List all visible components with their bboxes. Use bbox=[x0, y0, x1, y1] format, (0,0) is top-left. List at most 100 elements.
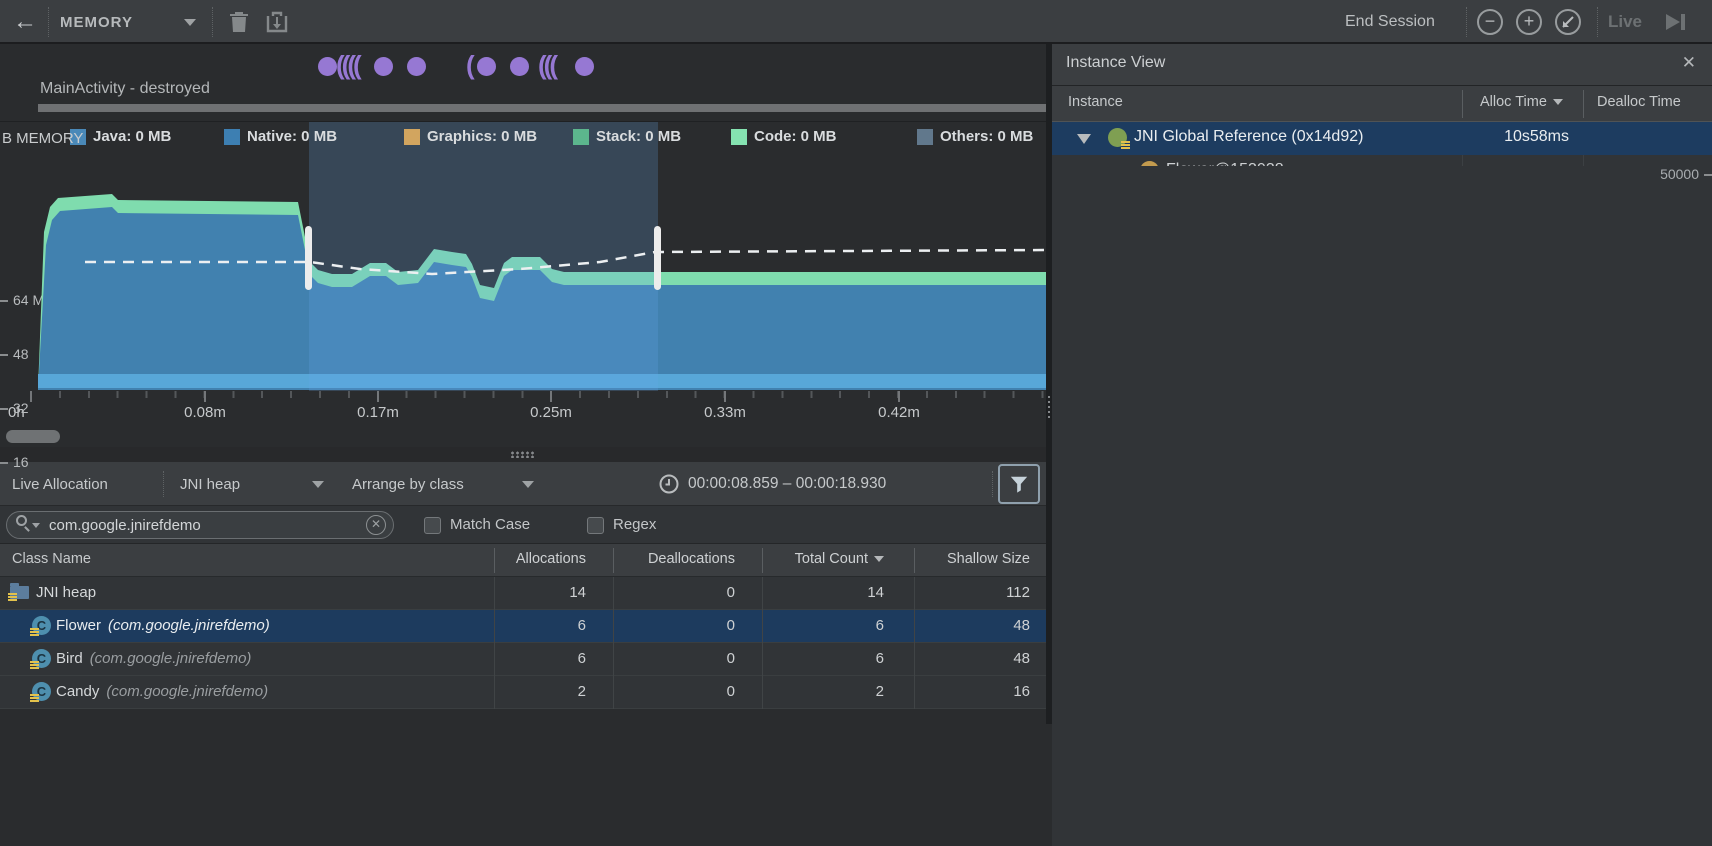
selection-time-range: 00:00:08.859 – 00:00:18.930 bbox=[688, 462, 886, 506]
filter-button[interactable] bbox=[998, 464, 1040, 504]
splitter-grip-icon bbox=[1048, 396, 1050, 418]
match-case-label: Match Case bbox=[450, 516, 530, 533]
session-selector[interactable]: MEMORY bbox=[60, 0, 133, 44]
go-live-button[interactable]: Live bbox=[1608, 0, 1642, 44]
gc-event-ripple-icon: ( bbox=[466, 50, 472, 81]
match-case-checkbox[interactable] bbox=[424, 517, 441, 534]
separator bbox=[992, 471, 993, 497]
memory-profiler-panel: (((((((( MainActivity - destroyed 64 MB … bbox=[0, 44, 1046, 724]
activity-lifecycle-bar bbox=[38, 104, 1046, 112]
x-axis-label: 0.25m bbox=[530, 404, 572, 421]
deallocations-value: 0 bbox=[613, 584, 735, 601]
sort-descending-icon bbox=[874, 556, 884, 562]
alloc-time: 10s58ms bbox=[1462, 128, 1569, 146]
chevron-down-icon bbox=[522, 481, 534, 488]
zoom-out-button[interactable]: − bbox=[1477, 9, 1503, 35]
y-axis-right-tick: 50000 bbox=[1052, 166, 1712, 846]
instance-view-titlebar: Instance View ✕ bbox=[1052, 44, 1712, 86]
selection-handle bbox=[305, 226, 312, 290]
y-axis-tick: 16 bbox=[0, 454, 29, 470]
heap-folder-icon bbox=[10, 586, 29, 599]
x-axis-label: 0.33m bbox=[704, 404, 746, 421]
gc-event-ripple-icon: ((( bbox=[538, 50, 555, 81]
total-count-value: 6 bbox=[762, 617, 884, 634]
total-count-value: 6 bbox=[762, 650, 884, 667]
clear-search-icon[interactable]: ✕ bbox=[366, 515, 386, 535]
class-name: JNI heap bbox=[36, 584, 96, 601]
export-icon[interactable] bbox=[264, 0, 290, 44]
splitter-grip-icon bbox=[510, 451, 536, 458]
legend-item: Others: 0 MB bbox=[917, 128, 1033, 145]
allocations-value: 2 bbox=[494, 683, 586, 700]
gc-event-dot bbox=[575, 57, 594, 76]
x-axis-label: 0.42m bbox=[878, 404, 920, 421]
skip-to-end-icon[interactable] bbox=[1662, 0, 1688, 44]
close-icon[interactable]: ✕ bbox=[1682, 53, 1696, 73]
search-history-caret-icon[interactable] bbox=[32, 523, 40, 528]
selection-overlay bbox=[309, 122, 658, 391]
regex-checkbox[interactable] bbox=[587, 517, 604, 534]
horizontal-scrollbar-thumb[interactable] bbox=[6, 430, 60, 443]
zoom-in-button[interactable]: + bbox=[1516, 9, 1542, 35]
trash-icon[interactable] bbox=[228, 0, 250, 44]
column-header[interactable]: Shallow Size bbox=[914, 551, 1030, 567]
event-track[interactable]: (((((((( MainActivity - destroyed bbox=[0, 44, 1046, 122]
column-header-sorted[interactable]: Alloc Time bbox=[1480, 94, 1563, 110]
separator bbox=[1466, 7, 1467, 37]
collapse-arrow-icon[interactable] bbox=[1077, 134, 1091, 144]
total-count-value: 2 bbox=[762, 683, 884, 700]
regex-label: Regex bbox=[613, 516, 656, 533]
package-name: (com.google.jnirefdemo) bbox=[90, 650, 252, 667]
x-axis-label: 0.08m bbox=[184, 404, 226, 421]
column-header[interactable]: Class Name bbox=[12, 551, 91, 567]
memory-chart-svg bbox=[0, 122, 1046, 391]
sort-descending-icon bbox=[1553, 99, 1563, 105]
instance-row[interactable]: JNI Global Reference (0x14d92) 10s58ms bbox=[1052, 122, 1712, 155]
column-header[interactable]: Dealloc Time bbox=[1597, 94, 1681, 110]
end-session-button[interactable]: End Session bbox=[1345, 0, 1435, 44]
legend-item: Graphics: 0 MB bbox=[404, 128, 537, 145]
memory-axis-title: B MEMORY bbox=[2, 130, 83, 147]
session-dropdown-icon[interactable] bbox=[184, 0, 196, 44]
chevron-down-icon bbox=[312, 481, 324, 488]
search-row: ✕ Match Case Regex bbox=[0, 506, 1046, 544]
column-header[interactable]: Deallocations bbox=[613, 551, 735, 567]
separator bbox=[1597, 7, 1598, 37]
table-row-bird[interactable]: C Bird(com.google.jnirefdemo) 6 0 6 48 bbox=[0, 643, 1046, 676]
shallow-size-value: 16 bbox=[914, 683, 1030, 700]
heap-select[interactable]: JNI heap bbox=[180, 462, 324, 506]
table-row-flower[interactable]: C Flower(com.google.jnirefdemo) 6 0 6 48 bbox=[0, 610, 1046, 643]
search-input[interactable] bbox=[6, 511, 394, 539]
memory-chart[interactable]: 64 MB 48 32 16 150000 100000 50000 Java:… bbox=[0, 122, 1046, 391]
column-header[interactable]: Allocations bbox=[494, 551, 586, 567]
deallocations-value: 0 bbox=[613, 683, 735, 700]
legend-item: Native: 0 MB bbox=[224, 128, 337, 145]
reset-zoom-button[interactable] bbox=[1555, 9, 1581, 35]
gc-event-dot bbox=[510, 57, 529, 76]
deallocations-value: 0 bbox=[613, 617, 735, 634]
back-arrow-icon[interactable]: ← bbox=[8, 0, 42, 44]
panel-title: Instance View bbox=[1066, 54, 1165, 72]
arrange-select[interactable]: Arrange by class bbox=[352, 462, 534, 506]
separator bbox=[212, 7, 213, 37]
code-legend-chip bbox=[731, 129, 747, 145]
allocations-value: 6 bbox=[494, 617, 586, 634]
table-row-candy[interactable]: C Candy(com.google.jnirefdemo) 2 0 2 16 bbox=[0, 676, 1046, 709]
column-header[interactable]: Instance bbox=[1068, 94, 1123, 110]
table-row-jni-heap[interactable]: JNI heap 14 0 14 112 bbox=[0, 577, 1046, 610]
gc-event-dot bbox=[477, 57, 496, 76]
gc-event-ripple-icon: (((( bbox=[336, 50, 359, 81]
top-toolbar: ← MEMORY End Session − + Live bbox=[0, 0, 1712, 44]
activity-lifecycle-label: MainActivity - destroyed bbox=[40, 80, 210, 98]
legend-item: Code: 0 MB bbox=[731, 128, 837, 145]
allocation-toolbar: Live Allocation JNI heap Arrange by clas… bbox=[0, 462, 1046, 506]
deallocations-value: 0 bbox=[613, 650, 735, 667]
stack-legend-chip bbox=[573, 129, 589, 145]
horizontal-splitter[interactable] bbox=[0, 447, 1046, 462]
package-name: (com.google.jnirefdemo) bbox=[106, 683, 268, 700]
class-table-header: Class Name Allocations Deallocations Tot… bbox=[0, 544, 1046, 577]
chart-legend: Java: 0 MB Native: 0 MB Graphics: 0 MB S… bbox=[0, 128, 1046, 148]
column-header-sorted[interactable]: Total Count bbox=[762, 551, 884, 567]
class-name: Candy bbox=[56, 683, 99, 700]
total-count-value: 14 bbox=[762, 584, 884, 601]
